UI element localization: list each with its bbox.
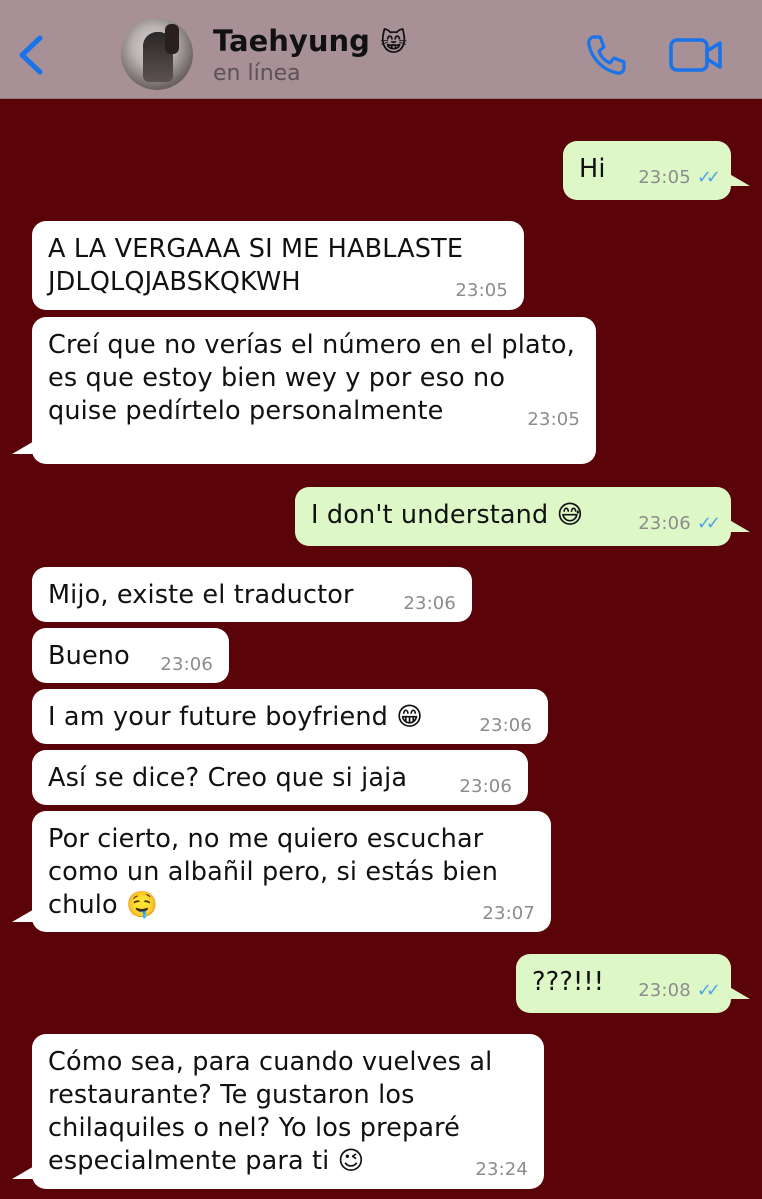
message-time: 23:06	[638, 513, 691, 534]
message-text: ???!!!	[532, 967, 605, 997]
message-text: I don't understand 😅	[311, 500, 584, 530]
message-text: A LA VERGAAA SI ME HABLASTE JDLQLQJABSKQ…	[48, 234, 464, 297]
message-time: 23:06	[403, 593, 456, 614]
video-camera-icon[interactable]	[668, 34, 724, 76]
message-text: Cómo sea, para cuando vuelves al restaur…	[48, 1047, 493, 1176]
read-receipt-icon: ✓✓	[696, 980, 721, 1001]
message-text: Bueno	[48, 641, 130, 671]
chevron-left-icon[interactable]	[16, 34, 46, 76]
bubble-tail	[12, 440, 36, 454]
message-text: Hi	[579, 154, 606, 184]
message-text: Por cierto, no me quiero escuchar como u…	[48, 824, 499, 920]
outgoing-message[interactable]: ???!!! 23:08 ✓✓	[516, 954, 731, 1013]
message-text: I am your future boyfriend 😁	[48, 702, 424, 732]
message-time: 23:07	[482, 903, 535, 924]
read-receipt-icon: ✓✓	[696, 167, 721, 188]
bubble-tail	[726, 518, 750, 532]
message-time: 23:05	[527, 409, 580, 430]
bubble-tail	[726, 985, 750, 999]
outgoing-message[interactable]: I don't understand 😅 23:06 ✓✓	[295, 487, 731, 546]
message-time: 23:05	[638, 167, 691, 188]
outgoing-message[interactable]: Hi 23:05 ✓✓	[563, 141, 731, 200]
read-receipt-icon: ✓✓	[696, 513, 721, 534]
incoming-message[interactable]: Creí que no verías el número en el plato…	[32, 317, 596, 464]
message-text: Mijo, existe el traductor	[48, 580, 354, 610]
bubble-tail	[726, 172, 750, 186]
message-text: Así se dice? Creo que si jaja	[48, 763, 408, 793]
incoming-message[interactable]: Bueno 23:06	[32, 628, 229, 683]
message-time: 23:05	[455, 280, 508, 301]
message-meta: 23:08 ✓✓	[638, 980, 721, 1001]
message-time: 23:06	[479, 715, 532, 736]
message-meta: 23:05 ✓✓	[638, 167, 721, 188]
message-time: 23:06	[160, 654, 213, 675]
bubble-tail	[12, 1165, 36, 1179]
message-time: 23:06	[459, 776, 512, 797]
contact-name-emoji: 😸	[380, 28, 408, 58]
message-time: 23:08	[638, 980, 691, 1001]
incoming-message[interactable]: Mijo, existe el traductor 23:06	[32, 567, 472, 622]
contact-status: en línea	[213, 61, 301, 86]
message-text: Creí que no verías el número en el plato…	[48, 330, 575, 426]
incoming-message[interactable]: A LA VERGAAA SI ME HABLASTE JDLQLQJABSKQ…	[32, 221, 524, 310]
incoming-message[interactable]: Así se dice? Creo que si jaja 23:06	[32, 750, 528, 805]
message-time: 23:24	[475, 1159, 528, 1180]
incoming-message[interactable]: Por cierto, no me quiero escuchar como u…	[32, 811, 551, 932]
chat-header: Taehyung 😸 en línea	[0, 0, 762, 99]
message-meta: 23:06 ✓✓	[638, 513, 721, 534]
bubble-tail	[12, 908, 36, 922]
incoming-message[interactable]: I am your future boyfriend 😁 23:06	[32, 689, 548, 744]
contact-name[interactable]: Taehyung 😸	[213, 24, 407, 58]
avatar[interactable]	[121, 18, 193, 90]
incoming-message[interactable]: Cómo sea, para cuando vuelves al restaur…	[32, 1034, 544, 1189]
phone-icon[interactable]	[584, 33, 628, 77]
contact-name-text: Taehyung	[213, 24, 370, 58]
